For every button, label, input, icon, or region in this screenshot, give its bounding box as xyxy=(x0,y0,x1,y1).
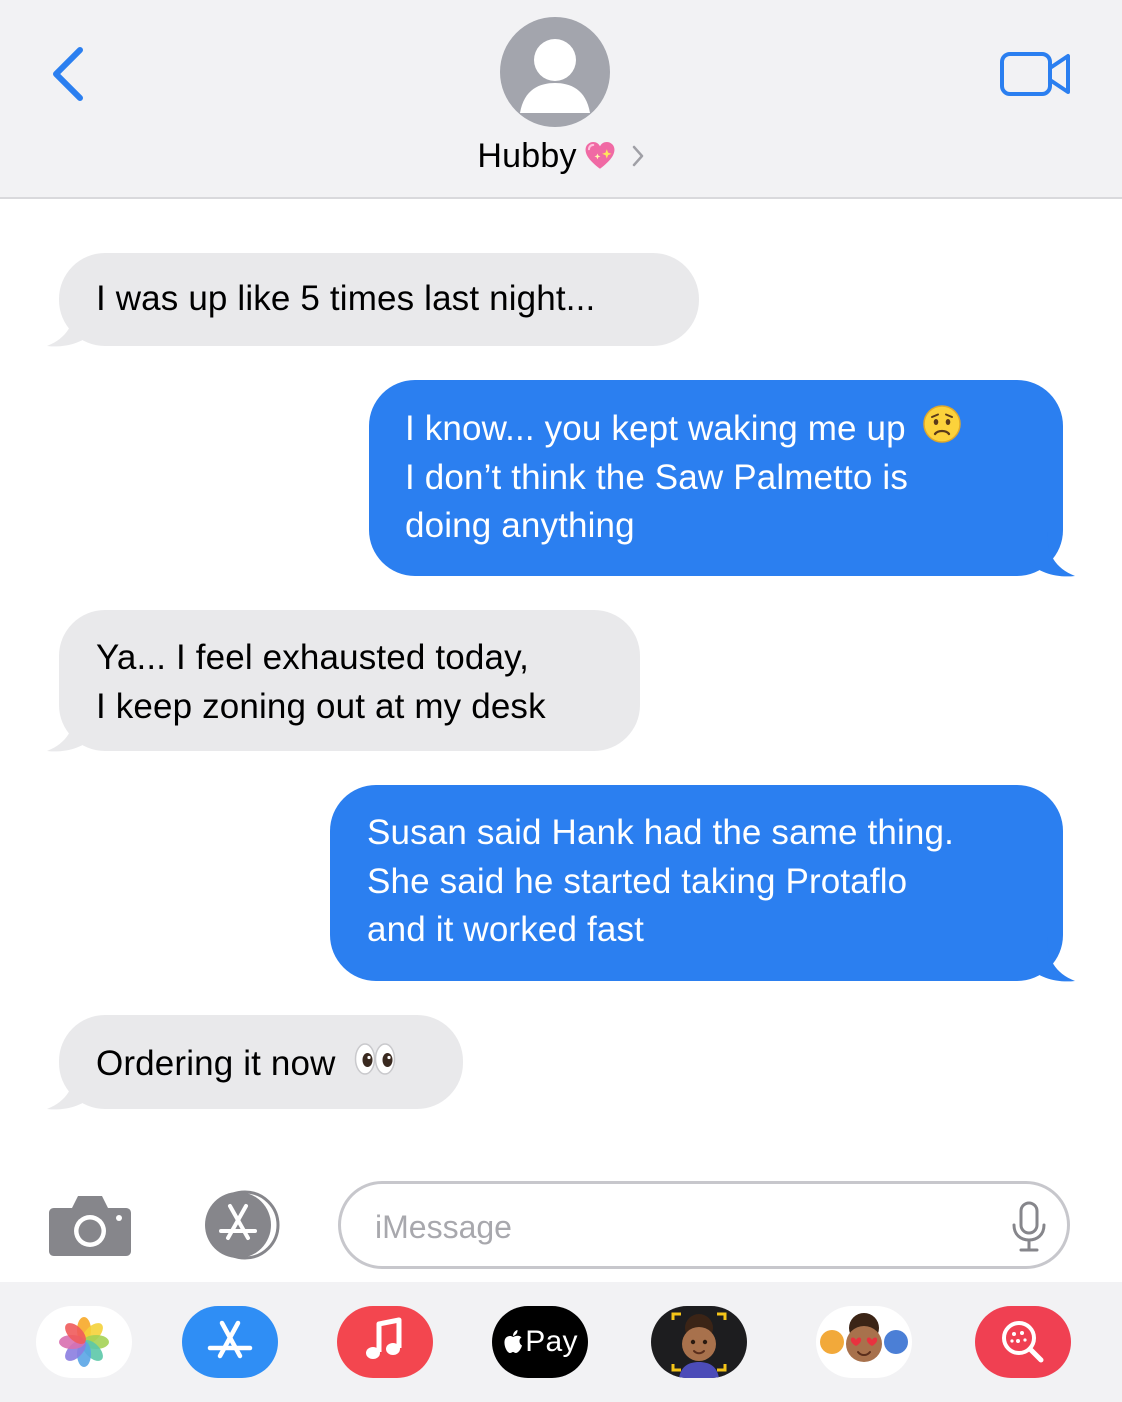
dictation-button[interactable] xyxy=(1009,1200,1049,1254)
camera-button[interactable] xyxy=(46,1190,134,1258)
photos-app-icon xyxy=(59,1317,109,1367)
apple-pay-app-button[interactable]: Pay xyxy=(492,1306,588,1378)
apple-pay-app-icon xyxy=(504,1330,523,1353)
message-input[interactable] xyxy=(375,1202,975,1252)
microphone-icon xyxy=(1012,1201,1046,1252)
web-image-search-app-icon xyxy=(1002,1321,1044,1363)
message-text: I know... you kept waking me up I don’t … xyxy=(405,404,1063,551)
app-drawer: Pay xyxy=(0,1282,1122,1402)
message-bubble-outgoing[interactable]: I know... you kept waking me up I don’t … xyxy=(369,380,1075,577)
chevron-left-icon xyxy=(53,47,83,101)
video-camera-icon xyxy=(1000,52,1070,96)
app-store-app-button[interactable] xyxy=(182,1306,278,1378)
message-bubble-outgoing[interactable]: Susan said Hank had the same thing. She … xyxy=(330,785,1075,982)
message-line: and it worked fast xyxy=(367,910,645,949)
back-button[interactable] xyxy=(44,42,96,106)
worried-face-emoji xyxy=(922,405,961,443)
app-store-app-icon xyxy=(207,1320,253,1359)
contact-name: Hubby xyxy=(477,136,577,175)
photos-app-button[interactable] xyxy=(36,1306,132,1378)
message-bubble-incoming[interactable]: Ordering it now xyxy=(47,1015,463,1110)
message-input-field[interactable] xyxy=(338,1181,1070,1269)
message-text: Susan said Hank had the same thing. She … xyxy=(367,809,1063,955)
app-store-icon xyxy=(205,1190,280,1260)
message-text: Ordering it now xyxy=(96,1039,463,1089)
facetime-video-button[interactable] xyxy=(998,48,1074,100)
memoji-app-icon xyxy=(671,1312,727,1378)
message-text: Ya... I feel exhausted today, I keep zon… xyxy=(96,634,640,731)
message-line: Ordering it now xyxy=(96,1044,336,1083)
message-bubble-incoming[interactable]: I was up like 5 times last night... xyxy=(47,253,699,347)
contact-avatar[interactable] xyxy=(500,17,610,127)
message-line: She said he started taking Protaflo xyxy=(367,861,908,901)
memoji-stickers-app-button[interactable] xyxy=(816,1306,912,1378)
person-silhouette-icon xyxy=(520,39,590,113)
message-line: Susan said Hank had the same thing. xyxy=(367,813,955,852)
message-text: I was up like 5 times last night... xyxy=(96,279,596,318)
music-app-icon xyxy=(366,1317,402,1359)
apple-pay-label: Pay xyxy=(525,1325,578,1358)
apps-button[interactable] xyxy=(190,1190,296,1260)
camera-icon xyxy=(49,1196,131,1256)
message-line: doing anything xyxy=(405,506,635,545)
memoji-stickers-app-icon xyxy=(820,1313,908,1362)
message-line: I don’t think the Saw Palmetto is xyxy=(405,457,908,497)
memoji-app-button[interactable] xyxy=(651,1306,747,1378)
eyes-emoji xyxy=(355,1043,396,1075)
sparkling-heart-emoji xyxy=(585,141,615,169)
message-line: I know... you kept waking me up xyxy=(405,409,906,448)
message-line: I keep zoning out at my desk xyxy=(96,686,546,726)
contact-name-row[interactable]: Hubby xyxy=(0,132,1122,180)
message-line: Ya... I feel exhausted today, xyxy=(96,638,530,677)
conversation-header: Hubby xyxy=(0,0,1122,199)
music-app-button[interactable] xyxy=(337,1306,433,1378)
chevron-right-icon xyxy=(632,145,643,167)
message-bubble-incoming[interactable]: Ya... I feel exhausted today, I keep zon… xyxy=(47,610,640,752)
web-image-search-app-button[interactable] xyxy=(975,1306,1071,1378)
